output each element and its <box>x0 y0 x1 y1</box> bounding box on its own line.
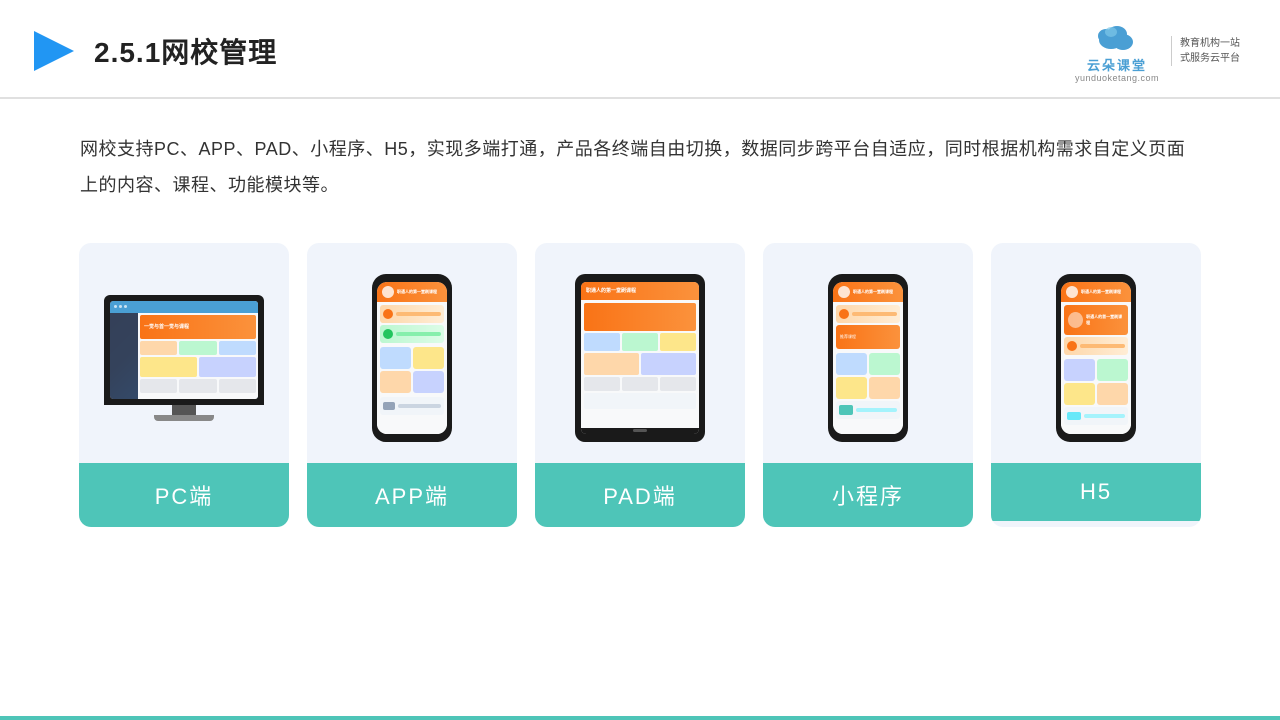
phone-mockup-h5: 职通人的第一堂刷课程 职通人的首一堂刷课程 <box>1056 274 1136 442</box>
card-app-label: APP端 <box>307 463 517 527</box>
header: 2.5.1网校管理 云朵课堂 yunduoketang.com 教育机构一站 式… <box>0 0 1280 99</box>
card-app: 职通人的第一堂刷课程 <box>307 243 517 527</box>
card-h5-image: 职通人的第一堂刷课程 职通人的首一堂刷课程 <box>991 243 1201 463</box>
card-miniapp: 职通人的第一堂刷课程 推荐课程 <box>763 243 973 527</box>
card-pad-image: 职通人的第一堂刷课程 <box>535 243 745 463</box>
logo-text-en: yunduoketang.com <box>1075 72 1159 85</box>
logo-icon <box>1091 18 1143 59</box>
phone-mockup-app: 职通人的第一堂刷课程 <box>372 274 452 442</box>
card-miniapp-label: 小程序 <box>763 463 973 527</box>
card-h5: 职通人的第一堂刷课程 职通人的首一堂刷课程 <box>991 243 1201 527</box>
card-app-image: 职通人的第一堂刷课程 <box>307 243 517 463</box>
slogan-line2: 式服务云平台 <box>1180 51 1240 66</box>
logo-slogan: 教育机构一站 式服务云平台 <box>1171 36 1240 66</box>
slogan-line1: 教育机构一站 <box>1180 36 1240 51</box>
card-pad: 职通人的第一堂刷课程 <box>535 243 745 527</box>
card-h5-label: H5 <box>991 463 1201 521</box>
phone-mockup-miniapp: 职通人的第一堂刷课程 推荐课程 <box>828 274 908 442</box>
logo-cloud: 云朵课堂 yunduoketang.com <box>1075 18 1159 85</box>
card-pc: 一觉与首一觉与课程 <box>79 243 289 527</box>
pc-mockup: 一觉与首一觉与课程 <box>97 295 272 421</box>
card-pc-image: 一觉与首一觉与课程 <box>79 243 289 463</box>
page-title: 2.5.1网校管理 <box>94 31 277 71</box>
logo-area: 云朵课堂 yunduoketang.com 教育机构一站 式服务云平台 <box>1075 18 1240 85</box>
cards-container: 一觉与首一觉与课程 <box>0 223 1280 547</box>
tablet-mockup: 职通人的第一堂刷课程 <box>575 274 705 442</box>
header-left: 2.5.1网校管理 <box>30 27 277 75</box>
card-miniapp-image: 职通人的第一堂刷课程 推荐课程 <box>763 243 973 463</box>
description: 网校支持PC、APP、PAD、小程序、H5，实现多端打通，产品各终端自由切换，数… <box>0 99 1280 223</box>
card-pad-label: PAD端 <box>535 463 745 527</box>
bottom-line <box>0 716 1280 720</box>
card-pc-label: PC端 <box>79 463 289 527</box>
logo-text-cn: 云朵课堂 <box>1087 59 1147 72</box>
play-icon <box>30 27 78 75</box>
